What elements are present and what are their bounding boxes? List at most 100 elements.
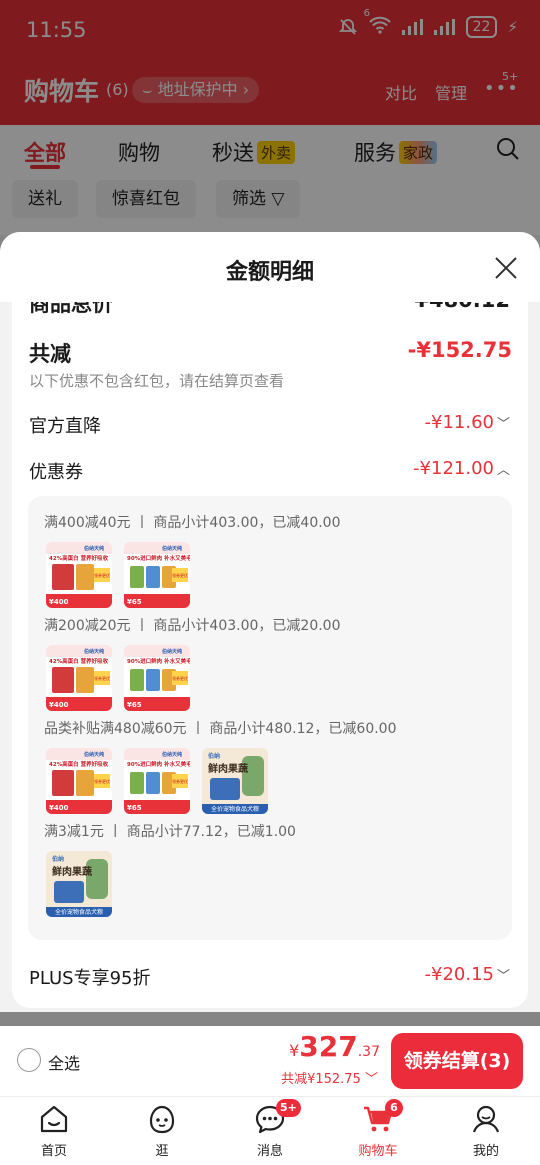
product-thumbnail[interactable]: 伯纳 鲜肉果蔬 全价宠物食品犬粮: [202, 748, 268, 814]
product-thumbnail[interactable]: 伯纳天纯 42%高蛋白 营养好吸收领券更优 ¥400: [46, 542, 112, 608]
price-integer: 327: [299, 1030, 358, 1063]
nav-cart[interactable]: 6 购物车: [338, 1097, 418, 1165]
product-sticker-label: 领券更优: [172, 778, 188, 784]
chevron-down-icon: ﹀: [496, 969, 510, 984]
select-all-radio[interactable]: [17, 1048, 41, 1072]
product-title: 90%进口鲜肉 补水又美毛: [127, 554, 190, 562]
coupon-group-desc: 满200减20元 丨 商品小计403.00，已减20.00: [44, 618, 341, 634]
product-image: 伯纳天纯 90%进口鲜肉 补水又美毛领券更优 ¥65: [124, 645, 190, 711]
product-sticker-label: 领券更优: [94, 572, 110, 578]
product-brand: 伯纳: [208, 752, 220, 760]
sheet-header: 金额明细: [0, 232, 540, 302]
product-price: ¥400: [49, 598, 69, 606]
coupon-amount: -¥121.00: [413, 458, 494, 479]
plus-discount-amount: -¥20.15: [424, 964, 494, 985]
amount-detail-card: 商品总价 ¥480.12 共减 -¥152.75 以下优惠不包含红包，请在结算页…: [12, 302, 528, 1008]
coupon-group-desc: 满400减40元 丨 商品小计403.00，已减40.00: [44, 515, 341, 531]
product-price: ¥65: [127, 701, 142, 709]
product-can: [130, 566, 144, 588]
message-badge: 5+: [276, 1099, 301, 1117]
product-brand: 伯纳天纯: [162, 545, 182, 552]
product-sticker-label: 领券更优: [94, 675, 110, 681]
direct-discount-toggle[interactable]: -¥11.60 ﹀: [425, 412, 511, 433]
product-title: 42%高蛋白 营养好吸收: [49, 554, 109, 562]
browse-face-icon: [149, 1105, 175, 1134]
product-price: ¥65: [127, 598, 142, 606]
product-thumbnail[interactable]: 伯纳天纯 42%高蛋白 营养好吸收 领券更优 ¥400: [46, 645, 112, 711]
product-price: ¥400: [49, 701, 69, 709]
product-brand: 伯纳天纯: [162, 648, 182, 655]
nav-profile[interactable]: 我的: [446, 1097, 526, 1165]
product-brand: 伯纳天纯: [84, 751, 104, 758]
product-title: 90%进口鲜肉 补水又美毛: [127, 657, 190, 665]
product-bag: [52, 667, 74, 693]
checkout-bar: 全选 ¥327.37 共减¥152.75 ﹀ 领券结算(3): [0, 1026, 540, 1096]
product-bag-2: [76, 667, 94, 693]
select-all-label[interactable]: 全选: [48, 1050, 80, 1074]
product-title: 42%高蛋白 营养好吸收: [49, 760, 109, 768]
profile-icon: [472, 1105, 500, 1133]
chevron-up-icon: ︿: [496, 463, 510, 478]
coupon-label: 优惠券: [29, 462, 83, 483]
product-image: 伯纳鲜肉果蔬全价宠物食品犬粮: [202, 748, 268, 814]
product-bag: [210, 778, 240, 800]
product-image: 伯纳天纯 90%进口鲜肉 补水又美毛领券更优 ¥65: [124, 748, 190, 814]
product-title: 鲜肉果蔬: [52, 865, 92, 878]
coupon-details: 满400减40元 丨 商品小计403.00，已减40.00 伯纳天纯 42%高蛋白…: [28, 496, 512, 940]
sheet-title: 金额明细: [225, 260, 314, 285]
nav-cart-label: 购物车: [358, 1144, 398, 1159]
close-icon[interactable]: [492, 254, 520, 282]
product-title: 42%高蛋白 营养好吸收: [49, 657, 109, 665]
product-can-2: [146, 669, 160, 691]
total-reduction-amount: -¥152.75: [407, 338, 512, 362]
nav-messages[interactable]: 5+ 消息: [230, 1097, 310, 1165]
product-image: 伯纳鲜肉果蔬全价宠物食品犬粮: [46, 851, 112, 917]
nav-browse[interactable]: 逛: [122, 1097, 202, 1165]
product-can: [130, 772, 144, 794]
chevron-down-icon: ﹀: [364, 1072, 378, 1087]
product-can: [130, 669, 144, 691]
coupon-toggle[interactable]: -¥121.00 ︿: [413, 458, 510, 479]
bottom-nav: 首页 逛 5+ 消息 6 购物车 我的: [0, 1096, 540, 1165]
product-bag: [52, 770, 74, 796]
product-thumbnail[interactable]: 伯纳天纯 90%进口鲜肉 补水又美毛 领券更优 ¥65: [124, 748, 190, 814]
coupon-group-desc: 品类补贴满480减60元 丨 商品小计480.12，已减60.00: [44, 721, 397, 737]
amount-detail-sheet: 金额明细 商品总价 ¥480.12 共减 -¥152.75 以下优惠不包含红包，…: [0, 232, 540, 1012]
total-price: ¥327.37: [289, 1030, 380, 1063]
plus-discount-toggle[interactable]: -¥20.15 ﹀: [425, 964, 511, 985]
nav-home[interactable]: 首页: [14, 1097, 94, 1165]
product-thumbnail[interactable]: 伯纳天纯 90%进口鲜肉 补水又美毛领券更优 ¥65: [124, 542, 190, 608]
nav-profile-label: 我的: [472, 1144, 499, 1159]
product-bag-2: [76, 770, 94, 796]
tree-shape: [86, 859, 108, 899]
direct-discount-label: 官方直降: [29, 416, 101, 437]
product-brand: 伯纳天纯: [84, 545, 104, 552]
nav-home-label: 首页: [40, 1144, 67, 1159]
product-thumbnail[interactable]: 伯纳 鲜肉果蔬 全价宠物食品犬粮: [46, 851, 112, 917]
product-image: 伯纳天纯 42%高蛋白 营养好吸收领券更优 ¥400: [46, 748, 112, 814]
nav-browse-label: 逛: [155, 1144, 169, 1159]
direct-discount-amount: -¥11.60: [424, 412, 494, 433]
checkout-button[interactable]: 领券结算(3): [391, 1033, 523, 1089]
reduction-note: 以下优惠不包含红包，请在结算页查看: [29, 372, 285, 390]
goods-total-label: 商品总价: [29, 302, 113, 316]
tree-shape: [242, 756, 264, 796]
price-decimal: .37: [357, 1044, 380, 1060]
product-image: 伯纳天纯 90%进口鲜肉 补水又美毛领券更优 ¥65: [124, 542, 190, 608]
product-sticker-label: 领券更优: [172, 572, 188, 578]
product-thumbnail[interactable]: 伯纳天纯 42%高蛋白 营养好吸收 领券更优 ¥400: [46, 748, 112, 814]
product-bag: [54, 881, 84, 903]
goods-total-amount: ¥480.12: [414, 302, 510, 312]
reduction-detail-toggle[interactable]: 共减¥152.75 ﹀: [281, 1068, 378, 1087]
product-sticker-label: 领券更优: [172, 675, 188, 681]
reduction-summary: 共减¥152.75: [281, 1072, 361, 1087]
product-subtitle: 全价宠物食品犬粮: [55, 908, 103, 916]
product-price: ¥400: [49, 804, 69, 812]
home-icon: [40, 1105, 68, 1133]
total-reduction-label: 共减: [29, 342, 71, 366]
product-can-2: [146, 566, 160, 588]
product-bag: [52, 564, 74, 590]
chevron-down-icon: ﹀: [496, 417, 510, 432]
product-thumbnail[interactable]: 伯纳天纯 90%进口鲜肉 补水又美毛领券更优 ¥65: [124, 645, 190, 711]
cart-badge: 6: [385, 1099, 403, 1117]
